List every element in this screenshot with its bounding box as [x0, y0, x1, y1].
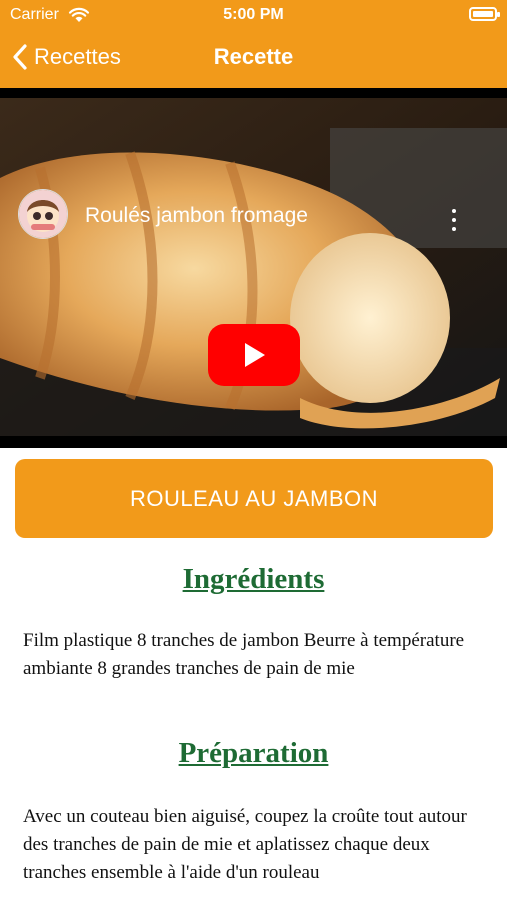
ingredients-text: Film plastique 8 tranches de jambon Beur…	[23, 630, 465, 679]
status-bar: Carrier 5:00 PM	[0, 0, 507, 30]
channel-avatar[interactable]	[18, 189, 68, 239]
back-button-label: Recettes	[34, 44, 121, 69]
ingredients-heading: Ingrédients	[182, 563, 325, 595]
chevron-left-icon	[13, 44, 27, 70]
battery-icon	[469, 7, 500, 21]
recipe-name-button[interactable]: ROULEAU AU JAMBON	[15, 459, 493, 538]
back-button[interactable]: Recettes	[12, 42, 121, 72]
play-button-icon[interactable]	[208, 324, 300, 386]
video-player[interactable]: Roulés jambon fromage	[0, 88, 507, 448]
video-title: Roulés jambon fromage	[85, 204, 308, 227]
more-options-icon[interactable]	[447, 209, 461, 239]
top-bar: Carrier 5:00 PM Recettes Recette	[0, 0, 507, 88]
status-time: 5:00 PM	[223, 6, 284, 23]
preparation-text: Avec un couteau bien aiguisé, coupez la …	[23, 806, 467, 883]
preparation-heading: Préparation	[178, 737, 329, 769]
